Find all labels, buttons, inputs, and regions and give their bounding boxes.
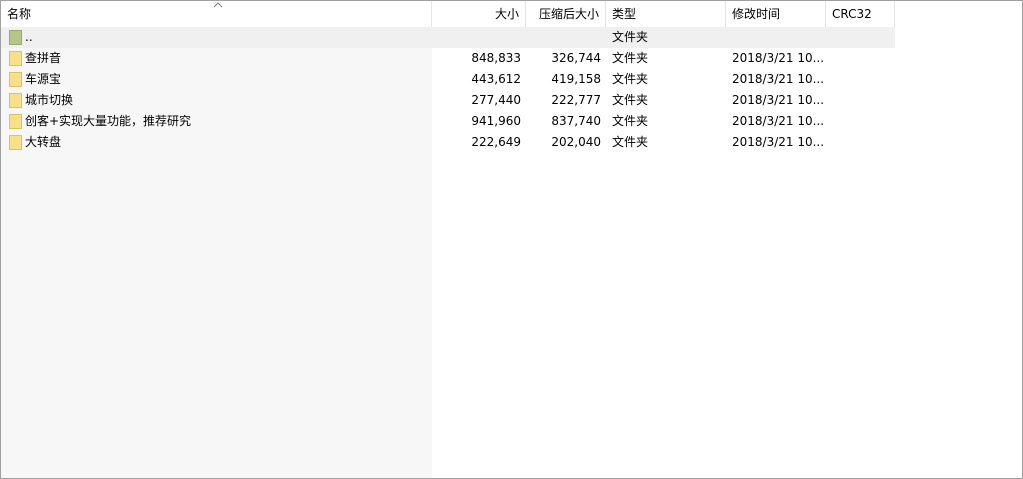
file-type: 文件夹: [612, 114, 649, 128]
column-header: 名称 大小 压缩后大小 类型 修改时间 CRC32: [1, 1, 895, 27]
file-list-rows: .. 文件夹 查拼音 848,833 326,744 文件夹 2018/3/21…: [1, 27, 895, 153]
column-header-packed-size[interactable]: 压缩后大小: [526, 1, 606, 27]
file-packed-size: 419,158: [551, 72, 601, 86]
column-header-modified[interactable]: 修改时间: [726, 1, 826, 27]
file-packed-size: 222,777: [551, 93, 601, 107]
archive-file-list: 名称 大小 压缩后大小 类型 修改时间 CRC32 .. 文件夹 查拼音 848…: [0, 0, 1023, 479]
file-size: 443,612: [471, 72, 521, 86]
file-modified: 2018/3/21 10...: [732, 72, 825, 86]
file-name: 大转盘: [25, 135, 62, 149]
column-header-size[interactable]: 大小: [432, 1, 526, 27]
file-size: 277,440: [471, 93, 521, 107]
column-header-crc32[interactable]: CRC32: [826, 1, 895, 27]
file-modified: 2018/3/21 10...: [732, 51, 825, 65]
file-packed-size: 326,744: [551, 51, 601, 65]
sort-ascending-icon: [213, 2, 223, 8]
file-size: 941,960: [471, 114, 521, 128]
column-header-type[interactable]: 类型: [606, 1, 726, 27]
file-row[interactable]: 车源宝 443,612 419,158 文件夹 2018/3/21 10...: [1, 69, 895, 90]
file-name: 车源宝: [25, 72, 62, 86]
file-name: ..: [25, 30, 33, 44]
file-type: 文件夹: [612, 135, 649, 149]
file-size: 222,649: [471, 135, 521, 149]
file-row[interactable]: 查拼音 848,833 326,744 文件夹 2018/3/21 10...: [1, 48, 895, 69]
file-type: 文件夹: [612, 93, 649, 107]
parent-directory-row[interactable]: .. 文件夹: [1, 27, 895, 48]
file-packed-size: 837,740: [551, 114, 601, 128]
file-type: 文件夹: [612, 51, 649, 65]
file-modified: 2018/3/21 10...: [732, 135, 825, 149]
file-row[interactable]: 创客+实现大量功能，推荐研究 941,960 837,740 文件夹 2018/…: [1, 111, 895, 132]
file-name: 创客+实现大量功能，推荐研究: [25, 114, 192, 128]
file-name: 城市切换: [25, 93, 74, 107]
file-type: 文件夹: [612, 72, 649, 86]
file-modified: 2018/3/21 10...: [732, 114, 825, 128]
file-size: 848,833: [471, 51, 521, 65]
file-type: 文件夹: [612, 30, 649, 44]
file-modified: 2018/3/21 10...: [732, 93, 825, 107]
file-name: 查拼音: [25, 51, 62, 65]
file-packed-size: 202,040: [551, 135, 601, 149]
file-row[interactable]: 大转盘 222,649 202,040 文件夹 2018/3/21 10...: [1, 132, 895, 153]
file-row[interactable]: 城市切换 277,440 222,777 文件夹 2018/3/21 10...: [1, 90, 895, 111]
